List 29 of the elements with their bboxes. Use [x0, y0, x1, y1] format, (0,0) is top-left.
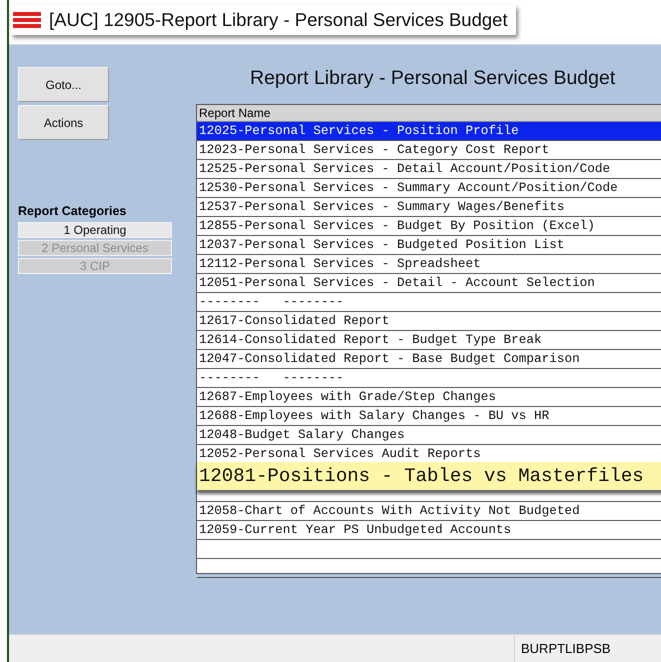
report-row[interactable]: 12023-Personal Services - Category Cost Report — [197, 141, 661, 160]
status-program: BURPTLIBPSB — [514, 635, 611, 662]
report-row[interactable]: 12059-Current Year PS Unbudgeted Accounts — [197, 521, 661, 540]
column-header: Report Name — [197, 105, 661, 122]
app-logo-icon — [13, 12, 41, 28]
category-button[interactable]: 1 Operating — [18, 222, 172, 238]
report-row[interactable]: 12047-Consolidated Report - Base Budget Comparison — [197, 350, 661, 369]
report-row[interactable]: 12530-Personal Services - Summary Account/Position/Code — [197, 179, 661, 198]
categories-heading: Report Categories — [18, 204, 126, 218]
report-row[interactable]: 12687-Employees with Grade/Step Changes — [197, 388, 661, 407]
report-row[interactable]: 12037-Personal Services - Budgeted Position List — [197, 236, 661, 255]
tooltip: 12081-Positions - Tables vs Masterfiles — [197, 462, 661, 490]
report-row[interactable]: 12525-Personal Services - Detail Account/Position/Code — [197, 160, 661, 179]
report-row[interactable]: 12688-Employees with Salary Changes - BU vs HR — [197, 407, 661, 426]
report-row[interactable]: 12051-Personal Services - Detail - Account Selection — [197, 274, 661, 293]
toolbar-button[interactable]: Goto... — [18, 67, 109, 102]
report-row[interactable]: 12112-Personal Services - Spreadsheet — [197, 255, 661, 274]
toolbar-button[interactable]: Actions — [18, 105, 109, 140]
report-row[interactable]: 12058-Chart of Accounts With Activity Not Budgeted — [197, 502, 661, 521]
report-row[interactable]: 12614-Consolidated Report - Budget Type Break — [197, 331, 661, 350]
page-title: Report Library - Personal Services Budget — [250, 67, 616, 91]
report-row[interactable]: 12048-Budget Salary Changes — [197, 426, 661, 445]
report-row[interactable]: 12855-Personal Services - Budget By Position (Excel) — [197, 217, 661, 236]
report-row[interactable]: 12025-Personal Services - Position Profile — [197, 122, 661, 141]
report-row[interactable]: 12617-Consolidated Report — [197, 312, 661, 331]
report-row[interactable]: -------- -------- — [197, 369, 661, 388]
window-title: [AUC] 12905-Report Library - Personal Services Budget — [49, 9, 508, 31]
report-row[interactable]: -------- -------- — [197, 293, 661, 312]
report-row[interactable]: 12537-Personal Services - Summary Wages/Benefits — [197, 198, 661, 217]
